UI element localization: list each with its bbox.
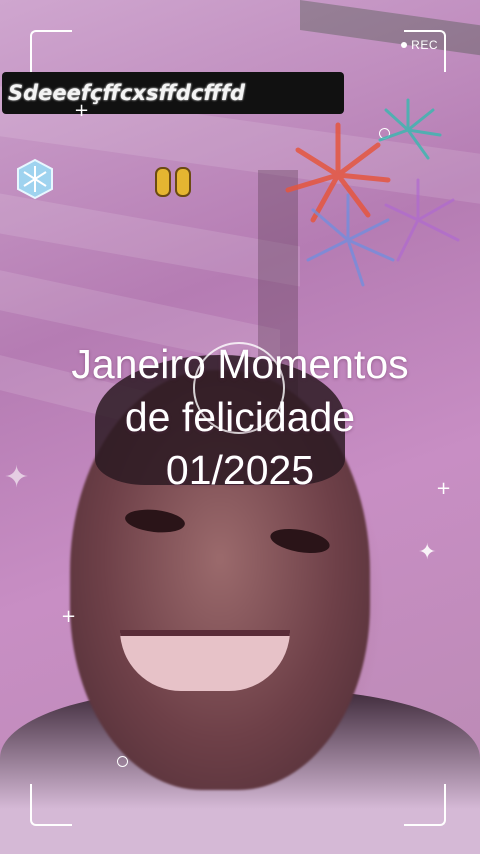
recording-label: REC [411,38,438,52]
caption-line: Janeiro Momentos [71,341,409,387]
plus-sparkle-icon: + [61,606,77,627]
caption-line: de felicidade [124,394,356,440]
hands-sticker-icon [152,162,194,209]
caption-text: Janeiro Momentos de felicidade 01/2025 [0,338,480,497]
star-sparkle-icon: ✦ [418,540,437,565]
caption-line: 01/2025 [165,447,315,493]
viewfinder-corner-bottom-right [404,784,446,826]
viewfinder-corner-bottom-left [30,784,72,826]
snowflake-icon [14,158,56,207]
ceiling-beam [0,193,300,287]
plus-sparkle-icon: + [74,100,90,121]
recording-indicator: REC [401,38,438,52]
viewfinder-corner-top-left [30,30,72,72]
ring-sparkle-icon [117,756,128,767]
record-dot-icon [401,42,408,48]
fireworks-icon [285,98,460,287]
ceiling-edge [300,0,480,56]
